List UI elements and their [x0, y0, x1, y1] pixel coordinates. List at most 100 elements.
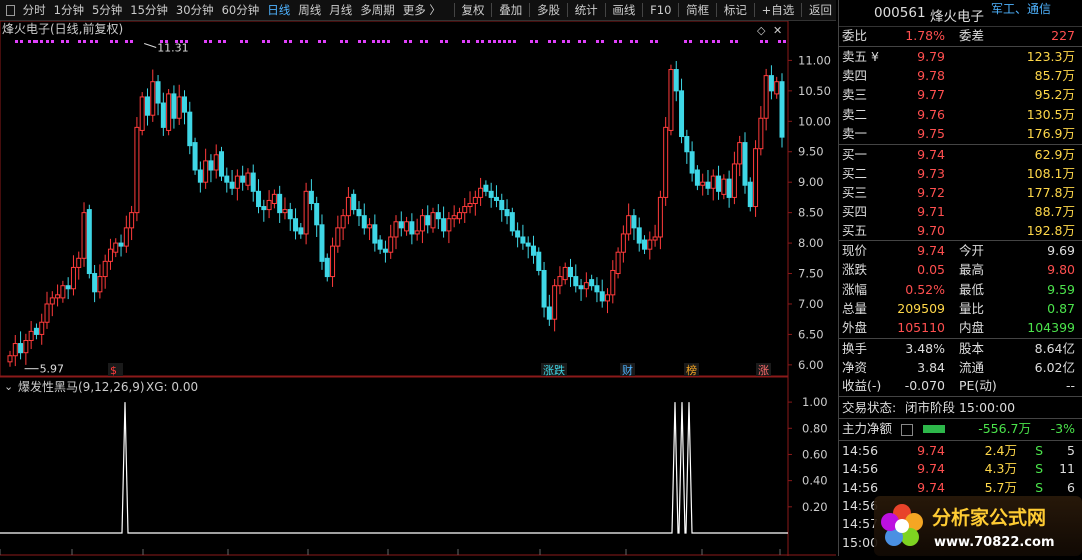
tool-button-9[interactable]: 返回: [805, 2, 836, 18]
ask-row[interactable]: 卖二 9.76 130.5万: [839, 106, 1082, 124]
flow-detail-icon[interactable]: [901, 424, 913, 436]
candle-body: [499, 199, 505, 211]
bid-row[interactable]: 买二 9.73 108.1万: [839, 165, 1082, 183]
stat2-row[interactable]: 净资 3.84 流通 6.02亿: [839, 359, 1082, 377]
candle-body: [737, 142, 743, 165]
tool-button-4[interactable]: 画线: [608, 2, 639, 18]
candle-body: [234, 175, 240, 189]
ask-volume: 85.7万: [1034, 68, 1075, 84]
tick-price: 9.74: [917, 479, 945, 495]
candle-body: [23, 340, 29, 354]
period-tab-10[interactable]: 更多 〉: [399, 2, 445, 18]
stat-row[interactable]: 现价 9.74 今开 9.69: [839, 242, 1082, 260]
webi-label: 委比: [842, 28, 868, 43]
tool-button-1[interactable]: 叠加: [495, 2, 526, 18]
signal-marker: [267, 40, 270, 43]
sub-y-tick-label: 0.80: [802, 421, 828, 435]
flow-bar: [923, 425, 945, 433]
industry-tag[interactable]: 军工、通信: [991, 0, 1051, 17]
stat2-row[interactable]: 换手 3.48% 股本 8.64亿: [839, 340, 1082, 358]
signal-marker: [650, 40, 653, 43]
signal-marker: [508, 40, 511, 43]
candle-body: [28, 330, 34, 342]
candle-body: [277, 193, 283, 214]
candle-body: [340, 215, 346, 229]
y-tick-label: 8.50: [798, 206, 824, 220]
candle-body: [166, 93, 172, 131]
bid-row[interactable]: 买五 9.70 192.8万: [839, 222, 1082, 240]
quote-header: 000561 烽火电子 军工、通信: [839, 0, 1082, 27]
signal-marker: [619, 40, 622, 43]
main-flow-row: 主力净额 -556.7万 -3%: [839, 420, 1082, 438]
period-tab-8[interactable]: 月线: [325, 2, 356, 18]
candle-body: [18, 343, 24, 354]
tool-button-3[interactable]: 统计: [571, 2, 602, 18]
candle-body: [615, 251, 621, 275]
bid-row[interactable]: 买三 9.72 177.8万: [839, 184, 1082, 202]
ask-volume: 123.3万: [1026, 49, 1075, 64]
tool-button-5[interactable]: F10: [646, 3, 675, 17]
bid-volume: 88.7万: [1034, 204, 1075, 219]
period-tab-9[interactable]: 多周期: [356, 2, 399, 18]
candle-body: [70, 266, 76, 290]
tick-time: 14:56: [842, 461, 879, 477]
candle-body: [631, 215, 637, 229]
ask-row[interactable]: 卖三 9.77 95.2万: [839, 86, 1082, 104]
tick-time: 14:56: [842, 497, 879, 513]
period-tab-1[interactable]: 1分钟: [50, 2, 88, 18]
tool-button-0[interactable]: 复权: [457, 2, 488, 18]
event-marker: 涨跌: [543, 363, 565, 377]
tick-row[interactable]: 14:56 9.74 2.4万 S 5: [839, 442, 1082, 460]
stat-value: 6.02亿: [1034, 359, 1075, 375]
tick-row[interactable]: 14:56 9.74 5.7万 S 6: [839, 479, 1082, 497]
candle-body: [578, 285, 584, 290]
brand-text: 分析家公式网: [932, 506, 1046, 529]
watermark-logo: 分析家公式网 www.70822.com: [874, 496, 1082, 556]
period-tab-4[interactable]: 30分钟: [172, 2, 218, 18]
kline-chart[interactable]: 11.00 10.50 10.00 9.50 9.00 8.50 8.00 7.50 7.00 6…: [0, 20, 836, 560]
menu-icon[interactable]: [6, 4, 15, 16]
stat-label: 最高: [959, 262, 985, 278]
stat-row[interactable]: 涨跌 0.05 最高 9.80: [839, 261, 1082, 279]
tool-button-6[interactable]: 简框: [682, 2, 713, 18]
y-tick-label: 9.00: [798, 175, 824, 189]
signal-marker: [20, 40, 23, 43]
period-tab-0[interactable]: 分时: [19, 2, 50, 18]
period-tab-6[interactable]: 日线: [263, 2, 294, 18]
candle-body: [419, 215, 425, 232]
bid-row[interactable]: 买一 9.74 62.9万: [839, 146, 1082, 164]
stat-label: 换手: [842, 341, 868, 356]
tool-button-8[interactable]: +自选: [758, 2, 799, 18]
period-tab-7[interactable]: 周线: [294, 2, 325, 18]
stat-label: 流通: [959, 359, 985, 375]
tool-button-2[interactable]: 多股: [533, 2, 564, 18]
tick-row[interactable]: 14:56 9.74 4.3万 S 11: [839, 460, 1082, 478]
tick-volume: 5.7万: [984, 479, 1017, 495]
period-tab-5[interactable]: 60分钟: [218, 2, 264, 18]
candle-body: [731, 163, 737, 198]
candle-body: [504, 209, 510, 217]
stat-row[interactable]: 涨幅 0.52% 最低 9.59: [839, 281, 1082, 299]
candle-body: [102, 260, 108, 278]
period-tab-3[interactable]: 15分钟: [126, 2, 172, 18]
signal-marker: [409, 40, 412, 43]
ask-row[interactable]: 卖四 9.78 85.7万: [839, 67, 1082, 85]
bid-row[interactable]: 买四 9.71 88.7万: [839, 203, 1082, 221]
ask-price: 9.77: [917, 87, 945, 103]
period-tab-2[interactable]: 5分钟: [88, 2, 126, 18]
main-chart-title: 烽火电子(日线,前复权): [2, 21, 123, 36]
chart-area[interactable]: 11.00 10.50 10.00 9.50 9.00 8.50 8.00 7.50 7.00 6…: [0, 20, 836, 560]
stat-row[interactable]: 总量 209509 量比 0.87: [839, 300, 1082, 318]
candle-body: [705, 181, 711, 189]
tool-button-7[interactable]: 标记: [720, 2, 751, 18]
ask-row[interactable]: 卖一 9.75 176.9万: [839, 125, 1082, 143]
signal-marker: [66, 40, 69, 43]
ask-row[interactable]: 卖五 ¥ 9.79 123.3万: [839, 48, 1082, 66]
signal-marker: [498, 40, 501, 43]
trade-status-row: 交易状态: 闭市阶段 15:00:00: [839, 399, 1082, 417]
stat2-row[interactable]: 收益(-) -0.070 PE(动) --: [839, 377, 1082, 395]
sub-y-tick-label: 0.40: [802, 474, 828, 488]
candle-body: [97, 276, 103, 293]
stat-row[interactable]: 外盘 105110 内盘 104399: [839, 319, 1082, 337]
candle-body: [314, 203, 320, 226]
